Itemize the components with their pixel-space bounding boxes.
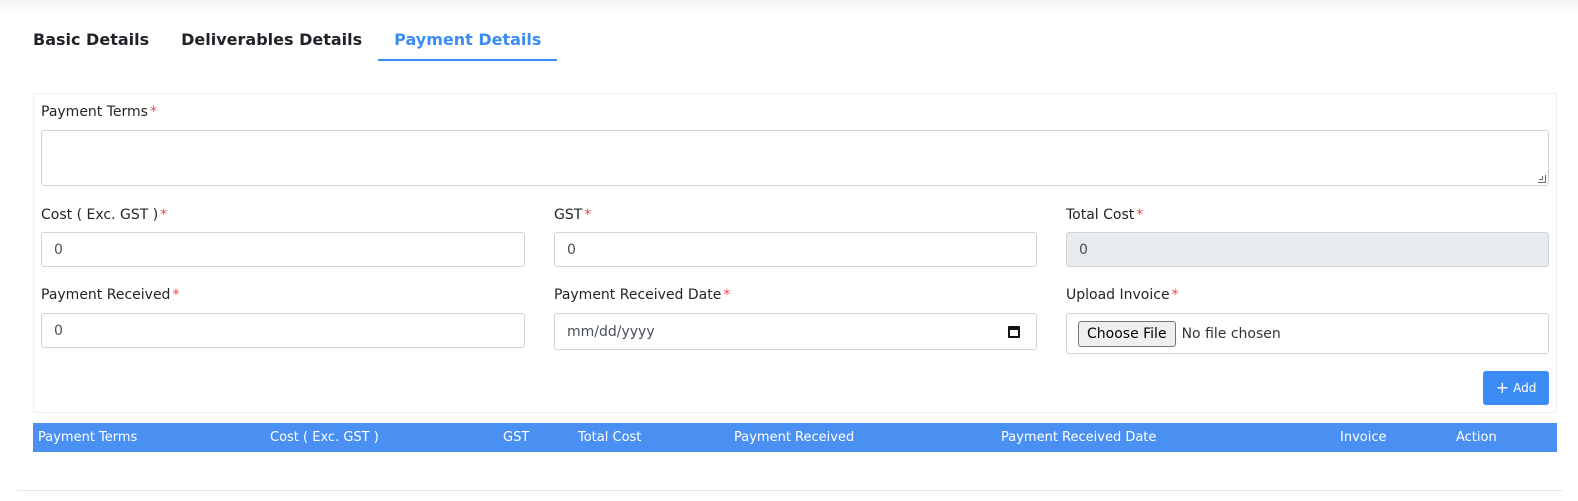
cost-label-text: Cost ( Exc. GST ) [41, 207, 159, 223]
payment-received-input[interactable]: 0 [41, 313, 525, 348]
payment-received-label: Payment Received * [41, 287, 179, 303]
calendar-icon[interactable] [1008, 326, 1020, 338]
required-mark: * [160, 207, 168, 223]
gst-input[interactable]: 0 [554, 232, 1037, 267]
column-header-total-cost: Total Cost [578, 430, 642, 445]
column-header-gst: GST [503, 430, 530, 445]
required-mark: * [1136, 207, 1144, 223]
tab-basic-details[interactable]: Basic Details [17, 22, 165, 52]
gst-label: GST * [554, 207, 591, 223]
upload-invoice-field: Choose File No file chosen [1066, 313, 1549, 354]
total-cost-label-text: Total Cost [1066, 207, 1135, 223]
cost-label: Cost ( Exc. GST ) * [41, 207, 167, 223]
payment-terms-label-text: Payment Terms [41, 104, 148, 120]
required-mark: * [149, 104, 157, 120]
add-button[interactable]: + Add [1483, 371, 1549, 405]
payment-received-value: 0 [54, 322, 63, 339]
header-shadow [0, 0, 1578, 12]
column-header-payment-received-date: Payment Received Date [1001, 430, 1157, 445]
column-header-payment-terms: Payment Terms [38, 430, 138, 445]
payment-terms-label: Payment Terms * [41, 104, 157, 120]
upload-invoice-label: Upload Invoice * [1066, 287, 1179, 303]
plus-icon: + [1495, 378, 1510, 397]
payment-received-date-label-text: Payment Received Date [554, 287, 722, 303]
column-header-invoice: Invoice [1340, 430, 1387, 445]
column-header-cost: Cost ( Exc. GST ) [270, 430, 379, 445]
no-file-text: No file chosen [1181, 325, 1281, 342]
date-placeholder: mm/dd/yyyy [567, 323, 655, 340]
add-button-label: Add [1513, 381, 1537, 395]
required-mark: * [584, 207, 592, 223]
payment-terms-textarea[interactable] [41, 130, 1549, 186]
gst-value: 0 [567, 241, 576, 258]
column-header-action: Action [1456, 430, 1497, 445]
total-cost-label: Total Cost * [1066, 207, 1143, 223]
upload-invoice-label-text: Upload Invoice [1066, 287, 1170, 303]
payment-received-date-label: Payment Received Date * [554, 287, 730, 303]
choose-file-button[interactable]: Choose File [1078, 320, 1176, 347]
tab-deliverables-details[interactable]: Deliverables Details [165, 22, 378, 52]
required-mark: * [723, 287, 731, 303]
divider [17, 490, 1563, 491]
tab-payment-details[interactable]: Payment Details [378, 22, 558, 61]
payments-table-header: Payment Terms Cost ( Exc. GST ) GST Tota… [33, 423, 1557, 452]
tab-bar: Basic Details Deliverables Details Payme… [17, 22, 558, 62]
required-mark: * [172, 287, 180, 303]
required-mark: * [1171, 287, 1179, 303]
cost-input[interactable]: 0 [41, 232, 525, 267]
resize-handle-icon[interactable] [1538, 175, 1546, 183]
payment-received-label-text: Payment Received [41, 287, 171, 303]
total-cost-input: 0 [1066, 232, 1549, 267]
column-header-payment-received: Payment Received [734, 430, 855, 445]
payment-received-date-input[interactable]: mm/dd/yyyy [554, 313, 1037, 350]
cost-value: 0 [54, 241, 63, 258]
total-cost-value: 0 [1079, 241, 1088, 258]
gst-label-text: GST [554, 207, 583, 223]
